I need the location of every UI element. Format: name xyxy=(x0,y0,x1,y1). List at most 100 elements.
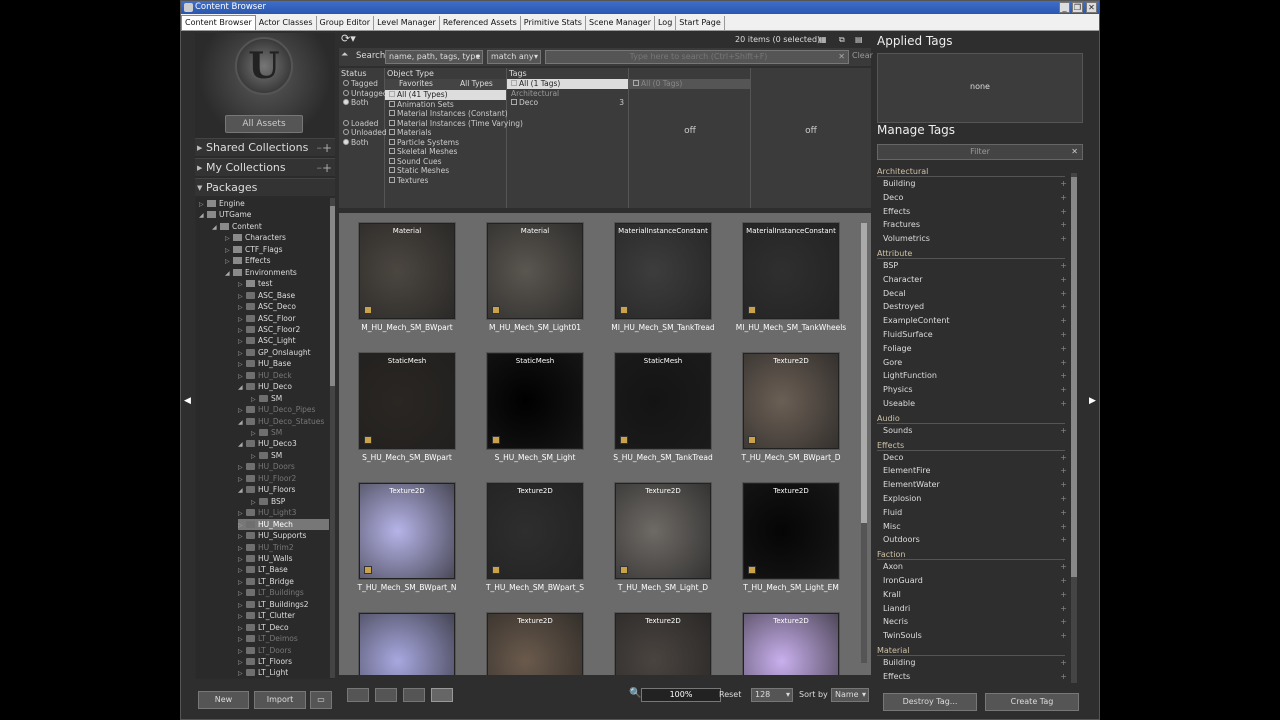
expand-arrow-icon[interactable]: ▷ xyxy=(238,405,246,416)
tag-item[interactable]: Useable + xyxy=(883,398,1067,410)
tag-item[interactable]: Volumetrics + xyxy=(883,233,1067,245)
object-type-option[interactable]: Textures xyxy=(385,176,506,186)
close-button[interactable]: ✕ xyxy=(1086,2,1097,13)
tree-node[interactable]: ▷ HU_Light3 xyxy=(238,507,296,518)
tag-item[interactable]: Physics + xyxy=(883,384,1067,396)
expand-arrow-icon[interactable]: ▷ xyxy=(238,348,246,359)
object-type-option[interactable]: Material Instances (Time Varying) xyxy=(385,119,523,129)
sort-dropdown[interactable]: Name ▾ xyxy=(831,688,869,702)
tab-log[interactable]: Log xyxy=(655,16,677,31)
tree-node[interactable]: ▷ LT_Buildings xyxy=(238,587,304,598)
tag-item[interactable]: BSP + xyxy=(883,260,1067,272)
add-tag-icon[interactable]: + xyxy=(1060,603,1067,615)
tag-item[interactable]: Krall + xyxy=(883,589,1067,601)
expand-arrow-icon[interactable]: ▷ xyxy=(238,634,246,645)
tab-start-page[interactable]: Start Page xyxy=(676,16,725,31)
tree-node[interactable]: ◢ HU_Deco_Statues xyxy=(238,416,324,427)
expand-arrow-icon[interactable]: ▷ xyxy=(238,543,246,554)
tree-node[interactable]: ▷ LT_Base xyxy=(238,564,288,575)
my-collections-header[interactable]: ▶ My Collections – + xyxy=(195,158,335,176)
add-tag-icon[interactable]: + xyxy=(1060,575,1067,587)
asset-thumbnail[interactable]: StaticMesh xyxy=(615,353,711,449)
add-tag-icon[interactable]: + xyxy=(1060,561,1067,573)
add-tag-icon[interactable]: + xyxy=(1060,425,1067,437)
new-button[interactable]: New xyxy=(198,691,249,709)
tree-node[interactable]: ▷ HU_Mech xyxy=(238,518,329,530)
add-collection-icon[interactable]: + xyxy=(322,139,332,157)
add-tag-icon[interactable]: + xyxy=(1060,206,1067,218)
tag-item[interactable]: Liandri + xyxy=(883,603,1067,615)
all-types-tab[interactable]: All Types xyxy=(460,79,493,88)
tree-node[interactable]: ▷ LT_Bridge xyxy=(238,576,294,587)
add-tag-icon[interactable]: + xyxy=(1060,233,1067,245)
tree-node[interactable]: ▷ BSP xyxy=(251,496,285,507)
tag-item[interactable]: Fluid + xyxy=(883,507,1067,519)
add-tag-icon[interactable]: + xyxy=(1060,521,1067,533)
expand-arrow-icon[interactable]: ▷ xyxy=(238,657,246,668)
tree-node[interactable]: ▷ HU_Trim2 xyxy=(238,542,294,553)
tree-node[interactable]: ▷ HU_Walls xyxy=(238,553,293,564)
clear-search-icon[interactable]: ✕ xyxy=(838,51,845,63)
tag-item[interactable]: Character + xyxy=(883,274,1067,286)
view-options-icon[interactable]: ▦ xyxy=(819,33,827,47)
shared-collections-header[interactable]: ▶ Shared Collections – + xyxy=(195,138,335,156)
tag-item[interactable]: IronGuard + xyxy=(883,575,1067,587)
expand-arrow-icon[interactable]: ▷ xyxy=(225,256,233,267)
tree-node[interactable]: ▷ HU_Doors xyxy=(238,461,295,472)
asset-thumbnail[interactable]: Texture2D xyxy=(615,483,711,579)
asset-thumbnail[interactable]: Texture2D xyxy=(487,613,583,675)
tag-item[interactable]: Deco + xyxy=(883,452,1067,464)
add-tag-icon[interactable]: + xyxy=(1060,657,1067,669)
expand-arrow-icon[interactable]: ▷ xyxy=(238,611,246,622)
scrollbar-thumb[interactable] xyxy=(330,206,335,386)
tree-node[interactable]: ▷ ASC_Base xyxy=(238,290,295,301)
asset-thumbnail[interactable]: Material xyxy=(487,223,583,319)
object-type-option[interactable]: Sound Cues xyxy=(385,157,506,167)
package-tree-scrollbar[interactable] xyxy=(330,198,335,678)
add-tag-icon[interactable]: + xyxy=(1060,288,1067,300)
tag-item[interactable]: FluidSurface + xyxy=(883,329,1067,341)
tab-actor-classes[interactable]: Actor Classes xyxy=(256,16,317,31)
add-tag-icon[interactable]: + xyxy=(1060,507,1067,519)
asset-thumbnail[interactable]: Texture2D xyxy=(359,483,455,579)
asset-thumbnail[interactable]: Texture2D xyxy=(743,483,839,579)
expand-arrow-icon[interactable]: ▷ xyxy=(251,428,259,439)
new-window-icon[interactable]: ⧉ xyxy=(839,33,845,47)
restore-button[interactable]: ❐ xyxy=(1072,2,1083,13)
expand-arrow-icon[interactable]: ▷ xyxy=(238,359,246,370)
status-option[interactable]: Loaded xyxy=(339,119,384,129)
asset-thumbnail[interactable] xyxy=(359,613,455,675)
tag-item[interactable]: ElementWater + xyxy=(883,479,1067,491)
expand-arrow-icon[interactable]: ▷ xyxy=(238,600,246,611)
tag-item[interactable]: Decal + xyxy=(883,288,1067,300)
match-mode-dropdown[interactable]: match any ▾ xyxy=(487,50,541,64)
tag-item[interactable]: Fractures + xyxy=(883,219,1067,231)
add-tag-icon[interactable]: + xyxy=(1060,465,1067,477)
thumbnail-view-button[interactable] xyxy=(403,688,425,702)
tag-item[interactable]: Gore + xyxy=(883,357,1067,369)
tree-node[interactable]: ▷ Characters xyxy=(225,232,286,243)
tag-item[interactable]: Building + xyxy=(883,657,1067,669)
asset-grid-scrollbar[interactable] xyxy=(861,223,867,663)
scrollbar-thumb[interactable] xyxy=(1071,177,1077,577)
clear-filter-icon[interactable]: ✕ xyxy=(1071,145,1078,159)
destroy-tag-button[interactable]: Destroy Tag... xyxy=(883,693,977,711)
expand-arrow-icon[interactable]: ▷ xyxy=(238,508,246,519)
import-button[interactable]: Import xyxy=(254,691,306,709)
tree-node[interactable]: ▷ ASC_Deco xyxy=(238,301,296,312)
split-view-button[interactable] xyxy=(375,688,397,702)
list-view-button[interactable] xyxy=(347,688,369,702)
status-option[interactable]: Both xyxy=(339,138,384,148)
tab-group-editor[interactable]: Group Editor xyxy=(317,16,375,31)
add-tag-icon[interactable]: + xyxy=(1060,357,1067,369)
tag-item[interactable]: Effects + xyxy=(883,671,1067,683)
add-tag-icon[interactable]: + xyxy=(1060,671,1067,683)
tree-node[interactable]: ▷ Effects xyxy=(225,255,271,266)
tag-item[interactable]: Misc + xyxy=(883,521,1067,533)
tree-node[interactable]: ◢ HU_Deco xyxy=(238,381,292,392)
expand-arrow-icon[interactable]: ▷ xyxy=(238,588,246,599)
add-tag-icon[interactable]: + xyxy=(1060,315,1067,327)
expand-arrow-icon[interactable]: ▷ xyxy=(225,245,233,256)
collapse-left-icon[interactable]: ◀ xyxy=(184,396,191,406)
status-option[interactable]: Unloaded xyxy=(339,128,387,138)
